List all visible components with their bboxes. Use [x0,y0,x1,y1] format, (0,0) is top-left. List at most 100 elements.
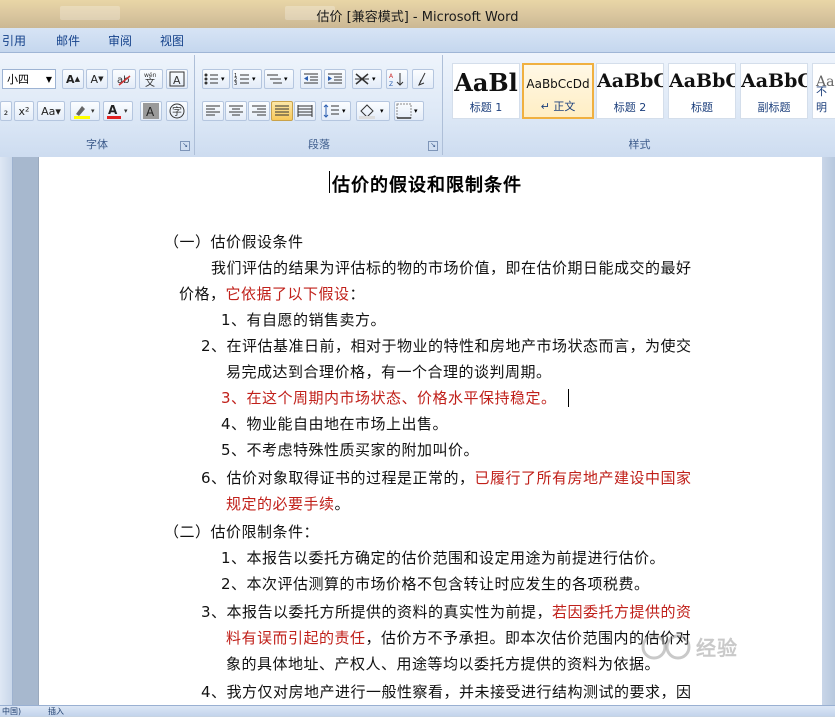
style-name: 不明 [816,85,827,114]
style-subtle-emphasis[interactable]: AaB 不明 [812,63,835,119]
font-color-icon[interactable]: A ▾ [103,101,133,121]
paragraph-group: ▾ 1 2 3 ▾ ▾ ▾ AZ ▾ ▾ ▾ 段落 ↘ [196,55,443,155]
text-segment: 3、本报告以委托方所提供的资料的真实性为前提， [201,603,553,621]
document-line[interactable]: 3、本报告以委托方所提供的资料的真实性为前提，若因委托方提供的资 [201,601,692,622]
document-line[interactable]: 象的具体地址、产权人、用途等均以委托方提供的资料为依据。 [226,653,660,674]
style-sample: AaBbC [597,70,664,92]
svg-text:Z: Z [389,81,393,87]
character-border-icon[interactable]: A [166,69,188,89]
document-line[interactable]: 5、不考虑特殊性质买家的附加叫价。 [221,439,479,460]
show-formatting-marks-icon[interactable] [412,69,434,89]
document-line[interactable]: 规定的必要手续。 [226,493,350,514]
phonetic-guide-icon[interactable]: wén 文 [139,69,163,89]
character-shading-icon[interactable]: A [140,101,162,121]
decrease-indent-icon[interactable] [300,69,322,89]
bullets-icon[interactable]: ▾ [202,69,230,89]
document-line[interactable]: 2、在评估基准日前，相对于物业的特性和房地产市场状态而言，为使交 [201,335,692,356]
style-subtitle[interactable]: AaBbC 副标题 [740,63,808,119]
document-line[interactable]: 3、在这个周期内市场状态、价格水平保持稳定。 [221,387,557,408]
vertical-scrollbar[interactable] [822,157,835,705]
svg-text:▾: ▾ [252,75,256,83]
style-name: 副标题 [757,101,791,114]
font-group: 小四 ▼ A ▲ A ▼ ab wén 文 A ₂ x² Aa▾ ▾ A ▾ A 字 字… [0,55,195,155]
tab-review[interactable]: 审阅 [108,32,132,49]
change-case-icon[interactable]: Aa▾ [37,101,65,121]
text-cursor [568,389,569,407]
text-cursor [329,171,330,193]
highlight-color-icon[interactable]: ▾ [70,101,100,121]
grow-font-button[interactable]: A ▲ [62,69,84,89]
document-page[interactable]: 估价的假设和限制条件 （一）估价假设条件我们评估的结果为评估标的物的市场价值，即… [38,157,823,705]
numbering-icon[interactable]: 1 2 3 ▾ [232,69,262,89]
text-segment: ： [349,285,366,303]
shading-icon[interactable]: ▾ [356,101,390,121]
subscript-icon[interactable]: ₂ [0,101,12,121]
document-line[interactable]: 2、本次评估测算的市场价格不包含转让时应发生的各项税费。 [221,573,650,594]
highlighted-text-segment: 料有误而引起的责任 [226,629,366,647]
style-sample: AaBl [454,68,518,97]
document-line[interactable]: 1、有自愿的销售卖方。 [221,309,386,330]
style-name: 标题 [691,101,713,114]
style-heading-2[interactable]: AaBbC 标题 2 [596,63,664,119]
insert-mode-indicator[interactable]: 插入 [48,706,64,717]
tab-mailings[interactable]: 邮件 [56,32,80,49]
svg-text:A: A [173,74,181,87]
document-line[interactable]: （二）估价限制条件： [164,521,319,542]
style-sample: AaBbC [741,70,808,92]
svg-text:A: A [389,73,394,80]
text-segment: 1、本报告以委托方确定的估价范围和设定用途为前提进行估价。 [221,549,666,567]
distributed-align-icon[interactable] [294,101,316,121]
style-heading-1[interactable]: AaBl 标题 1 [452,63,520,119]
multilevel-list-icon[interactable]: ▾ [264,69,294,89]
svg-text:▾: ▾ [380,107,384,115]
increase-indent-icon[interactable] [324,69,346,89]
document-line[interactable]: 6、估价对象取得证书的过程是正常的，已履行了所有房地产建设中国家 [201,467,692,488]
shrink-font-button[interactable]: A ▼ [86,69,108,89]
paragraph-dialog-launcher-icon[interactable]: ↘ [428,141,438,151]
line-spacing-icon[interactable]: ▾ [321,101,351,121]
svg-text:▾: ▾ [284,75,288,83]
clear-format-icon[interactable]: ab [112,69,136,89]
enclose-characters-icon[interactable]: 字 [166,101,188,121]
text-segment: 我们评估的结果为评估标的物的市场价值，即在估价期日能成交的最好 [211,259,692,277]
justify-icon[interactable] [271,101,293,121]
paragraph-group-label: 段落 [308,138,330,151]
tab-references[interactable]: 引用 [2,32,26,49]
ribbon: 小四 ▼ A ▲ A ▼ ab wén 文 A ₂ x² Aa▾ ▾ A ▾ A 字 字… [0,52,835,158]
svg-text:▾: ▾ [414,107,418,115]
svg-text:字: 字 [172,105,182,118]
text-segment: 价格， [179,285,226,303]
document-line[interactable]: （一）估价假设条件 [164,231,304,252]
watermark-logo: 经验 [640,633,790,663]
svg-text:▾: ▾ [124,107,128,115]
tab-view[interactable]: 视图 [160,32,184,49]
text-segment: （一）估价假设条件 [164,233,304,251]
style-name: ↵ 正文 [540,100,576,113]
language-indicator[interactable]: 中国) [2,706,21,717]
align-left-icon[interactable] [202,101,224,121]
highlighted-text-segment: 3、在这个周期内市场状态、价格水平保持稳定。 [221,389,557,407]
sort-icon[interactable]: AZ [386,69,408,89]
style-normal[interactable]: AaBbCcDd ↵ 正文 [522,63,594,119]
text-segment: 2、在评估基准日前，相对于物业的特性和房地产市场状态而言，为使交 [201,337,692,355]
superscript-icon[interactable]: x² [14,101,34,121]
text-segment: （二）估价限制条件： [164,523,320,541]
font-dialog-launcher-icon[interactable]: ↘ [180,141,190,151]
document-title[interactable]: 估价的假设和限制条件 [332,171,522,197]
borders-icon[interactable]: ▾ [394,101,424,121]
font-size-select[interactable]: 小四 ▼ [2,69,56,89]
text-segment: 象的具体地址、产权人、用途等均以委托方提供的资料为依据。 [226,655,661,673]
style-title[interactable]: AaBbC 标题 [668,63,736,119]
align-right-icon[interactable] [248,101,270,121]
document-line[interactable]: 易完成达到合理价格，有一个合理的谈判周期。 [226,361,552,382]
document-line[interactable]: 价格，它依据了以下假设： [179,283,365,304]
align-center-icon[interactable] [225,101,247,121]
document-line[interactable]: 1、本报告以委托方确定的估价范围和设定用途为前提进行估价。 [221,547,665,568]
document-line[interactable]: 我们评估的结果为评估标的物的市场价值，即在估价期日能成交的最好 [211,257,692,278]
document-line[interactable]: 4、我方仅对房地产进行一般性察看，并未接受进行结构测试的要求，因 [201,681,692,702]
style-name: 标题 1 [469,101,503,114]
styles-group: AaBl 标题 1 AaBbCcDd ↵ 正文 AaBbC 标题 2 AaBbC… [444,55,835,155]
document-line[interactable]: 料有误而引起的责任，估价方不予承担。即本次估价范围内的估价对 [226,627,691,648]
document-line[interactable]: 4、物业能自由地在市场上出售。 [221,413,448,434]
chinese-layout-icon[interactable]: ▾ [352,69,382,89]
